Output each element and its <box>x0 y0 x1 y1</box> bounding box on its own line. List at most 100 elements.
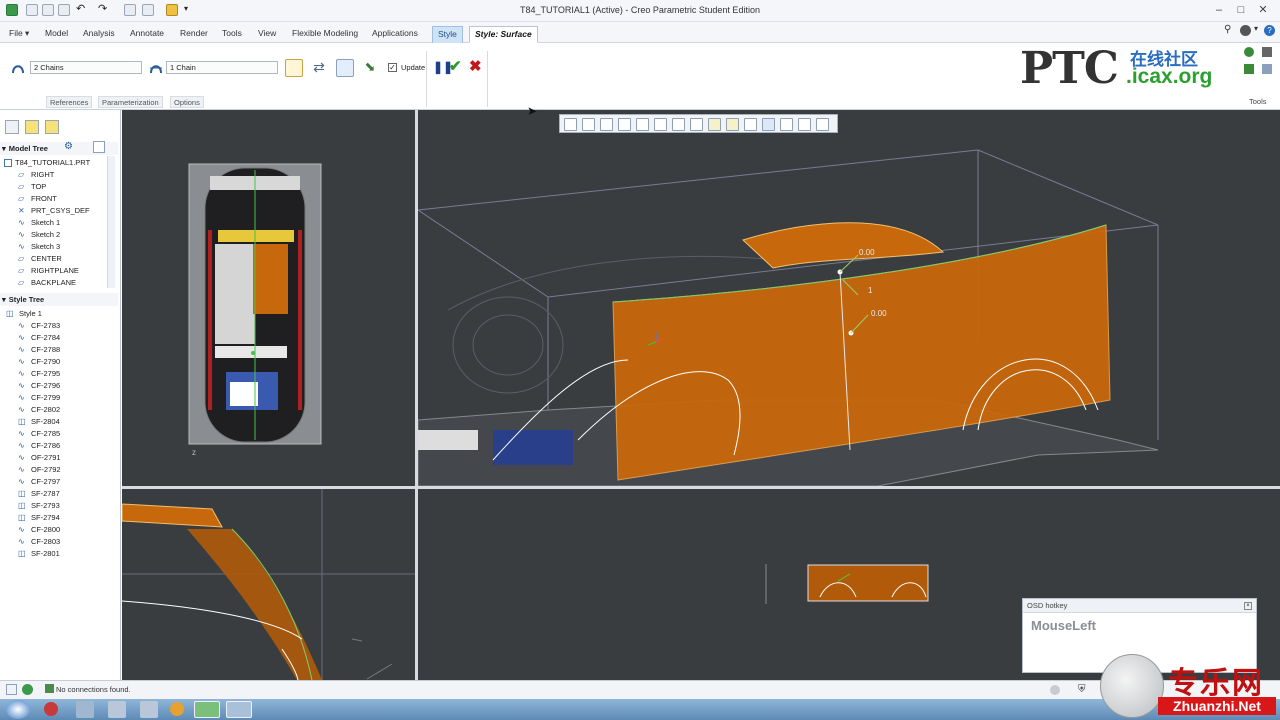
dimension-label-3[interactable]: 0.00 <box>871 309 887 318</box>
viewport-top[interactable]: z <box>122 110 415 486</box>
annotation-display-icon[interactable] <box>726 118 739 131</box>
style-tree-item[interactable]: ∿ CF-2802 <box>18 404 60 416</box>
browser-toggle-icon[interactable] <box>22 684 33 695</box>
repaint-icon[interactable] <box>618 118 631 131</box>
taskbar-explorer-icon[interactable] <box>226 701 252 718</box>
flip-icon[interactable]: ⇄ <box>311 59 327 75</box>
navigator-toggle-icon[interactable] <box>6 684 17 695</box>
maximize-button[interactable]: □ <box>1232 3 1250 17</box>
cross-chains-field[interactable]: 1 Chain <box>166 61 278 74</box>
tab-analysis[interactable]: Analysis <box>78 26 120 43</box>
style-tree-item[interactable]: ◫ SF-2804 <box>18 416 60 428</box>
internal-curve-icon[interactable] <box>336 59 354 77</box>
tab-render[interactable]: Render <box>175 26 213 43</box>
style-tree-item[interactable]: ∿ CF-2795 <box>18 368 60 380</box>
favorites-icon[interactable] <box>45 120 59 134</box>
primary-chain-icon[interactable] <box>10 60 26 76</box>
taskbar-app-icon[interactable] <box>140 701 158 718</box>
tree-item-center[interactable]: ▱ CENTER <box>18 253 62 265</box>
viewport-divider-v[interactable] <box>415 110 418 680</box>
style-tree-item[interactable]: ∿ CF-2797 <box>18 476 60 488</box>
tool-icon-3[interactable] <box>1244 64 1254 74</box>
tree-item-front[interactable]: ▱ FRONT <box>18 193 57 205</box>
tree-item-rightplane[interactable]: ▱ RIGHTPLANE <box>18 265 79 277</box>
perspective-icon[interactable] <box>690 118 703 131</box>
collapse-icon[interactable]: ▾ <box>2 144 6 153</box>
taskbar-app-icon[interactable] <box>76 701 94 718</box>
style-tree-item[interactable]: ∿ CF-2803 <box>18 536 60 548</box>
model-tree-scrollbar[interactable] <box>107 156 115 288</box>
viewport-front[interactable] <box>122 489 415 680</box>
style-tree-item[interactable]: ∿ OF-2791 <box>18 452 61 464</box>
style-tree-item[interactable]: ∿ CF-2785 <box>18 428 60 440</box>
tab-style-surface[interactable]: Style: Surface <box>469 26 538 43</box>
viewport-3d[interactable]: 0.00 1 0.00 <box>418 110 1280 486</box>
taskbar-app-icon[interactable] <box>108 701 126 718</box>
style-tree-item[interactable]: ◫ SF-2794 <box>18 512 60 524</box>
dimension-label-1[interactable]: 0.00 <box>859 248 875 257</box>
primary-chains-field[interactable]: 2 Chains <box>30 61 142 74</box>
style-tree-item[interactable]: ∿ CF-2784 <box>18 332 60 344</box>
surface-option-icon[interactable] <box>285 59 303 77</box>
style-tree-item[interactable]: ∿ CF-2788 <box>18 344 60 356</box>
update-checkbox[interactable]: ✓ <box>388 63 397 72</box>
tool-icon-2[interactable] <box>1262 47 1272 57</box>
tree-item-csys[interactable]: ⨯ PRT_CSYS_DEF <box>18 205 90 217</box>
style-tree-item[interactable]: ◫ SF-2801 <box>18 548 60 560</box>
active-view-icon[interactable] <box>762 118 775 131</box>
tree-item-sketch3[interactable]: ∿ Sketch 3 <box>18 241 60 253</box>
tree-item-sketch2[interactable]: ∿ Sketch 2 <box>18 229 60 241</box>
datum-display-icon[interactable] <box>708 118 721 131</box>
style-tree-header[interactable]: ▾ Style Tree <box>0 293 118 306</box>
parameterization-tab[interactable]: Parameterization <box>98 96 163 108</box>
minimize-button[interactable]: – <box>1210 3 1228 17</box>
tab-style[interactable]: Style <box>432 26 463 43</box>
tool-icon-4[interactable] <box>1262 64 1272 74</box>
zoom-out-icon[interactable] <box>600 118 613 131</box>
tab-file[interactable]: File ▾ <box>4 26 34 43</box>
tree-filter-icon[interactable] <box>93 141 105 153</box>
ok-checkmark-icon[interactable]: ✔ <box>449 57 462 75</box>
tab-applications[interactable]: Applications <box>367 26 423 43</box>
style-tree-item[interactable]: ∿ CF-2790 <box>18 356 60 368</box>
style-tree-item[interactable]: ∿ OF-2792 <box>18 464 61 476</box>
surface-display-icon[interactable] <box>780 118 793 131</box>
start-button[interactable] <box>6 700 30 719</box>
settings-icon[interactable] <box>1240 25 1251 36</box>
tab-view[interactable]: View <box>253 26 281 43</box>
taskbar-app-icon[interactable] <box>44 702 58 716</box>
cross-chain-icon[interactable] <box>148 60 164 76</box>
taskbar-creo-icon[interactable] <box>194 701 220 718</box>
taskbar-browser-icon[interactable] <box>170 702 184 716</box>
style-tree-item[interactable]: ∿ CF-2796 <box>18 380 60 392</box>
references-tab[interactable]: References <box>46 96 93 108</box>
folder-browser-icon[interactable] <box>25 120 39 134</box>
tree-item-part[interactable]: T84_TUTORIAL1.PRT <box>4 157 90 169</box>
tab-flexible-modeling[interactable]: Flexible Modeling <box>287 26 363 43</box>
view-manager-icon[interactable] <box>672 118 685 131</box>
osd-close-icon[interactable]: × <box>1244 602 1252 610</box>
tree-item-top[interactable]: ▱ TOP <box>18 181 46 193</box>
tree-item-backplane[interactable]: ▱ BACKPLANE <box>18 277 76 289</box>
grid-display-icon[interactable] <box>798 118 811 131</box>
style-tree-item[interactable]: ∿ CF-2799 <box>18 392 60 404</box>
selection-filter-icon[interactable]: ⛨ <box>1078 684 1090 696</box>
tree-item-right[interactable]: ▱ RIGHT <box>18 169 54 181</box>
collapse-icon[interactable]: ▾ <box>2 295 6 304</box>
dimension-label-2[interactable]: 1 <box>868 286 872 295</box>
style-tree-item[interactable]: ◫ Style 1 <box>6 308 42 320</box>
tree-settings-icon[interactable]: ⚙ <box>64 141 76 153</box>
style-tree-item[interactable]: ∿ CF-2786 <box>18 440 60 452</box>
model-tree-nav-icon[interactable] <box>5 120 19 134</box>
saved-orientations-icon[interactable] <box>654 118 667 131</box>
blend-icon[interactable]: ⬊ <box>362 59 378 75</box>
tab-annotate[interactable]: Annotate <box>125 26 169 43</box>
style-tree-item[interactable]: ◫ SF-2793 <box>18 500 60 512</box>
next-view-icon[interactable] <box>816 118 829 131</box>
help-icon[interactable]: ? <box>1264 25 1275 36</box>
tool-icon-1[interactable] <box>1244 47 1254 57</box>
tab-tools[interactable]: Tools <box>217 26 247 43</box>
style-tree-item[interactable]: ∿ CF-2800 <box>18 524 60 536</box>
cancel-x-icon[interactable]: ✖ <box>469 57 482 75</box>
tree-item-sketch1[interactable]: ∿ Sketch 1 <box>18 217 60 229</box>
